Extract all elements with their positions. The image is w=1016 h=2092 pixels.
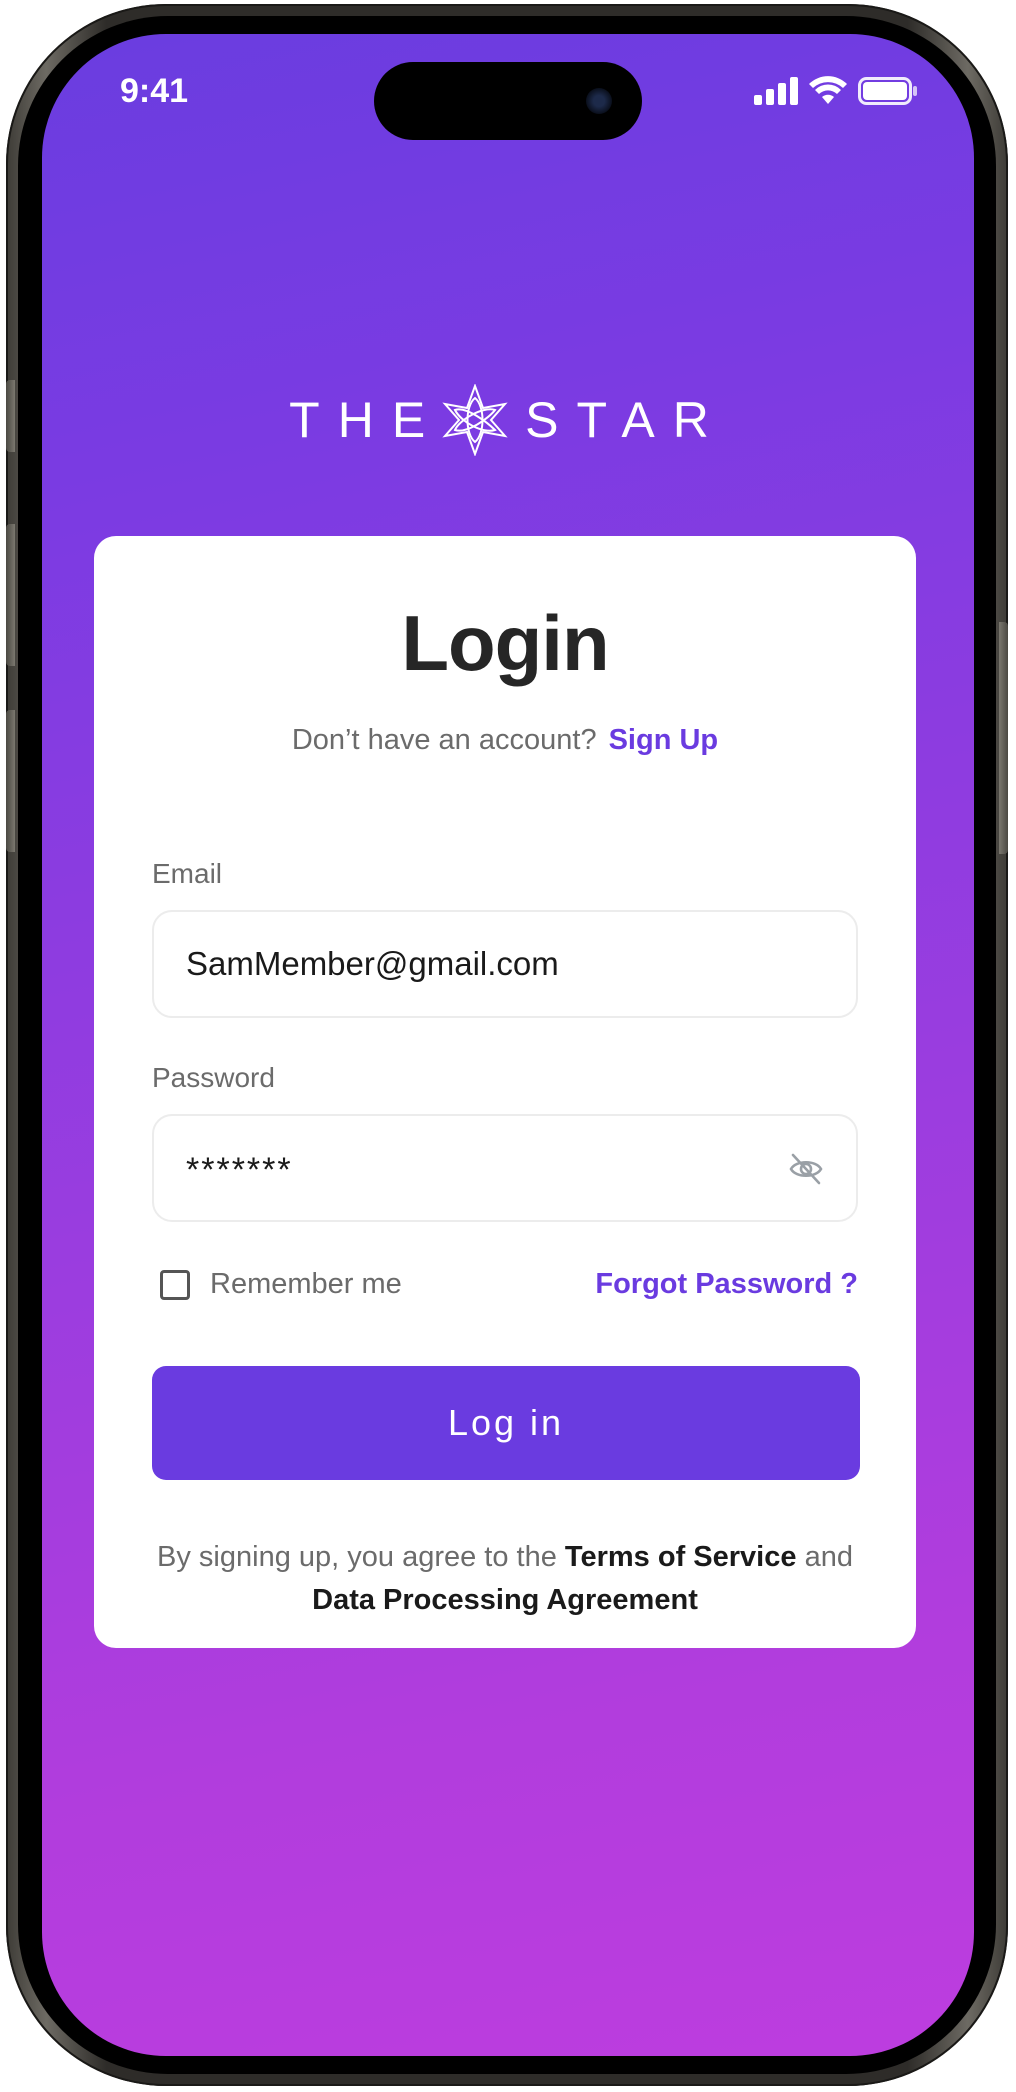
star-flower-icon <box>442 384 508 456</box>
login-card: Login Don’t have an account? Sign Up Emai… <box>94 536 916 1648</box>
logo-word-right: STAR <box>525 392 727 448</box>
status-time: 9:41 <box>120 72 189 110</box>
sign-up-link[interactable]: Sign Up <box>609 724 719 756</box>
status-bar: 9:41 <box>42 34 974 154</box>
remember-me-label[interactable]: Remember me <box>210 1268 402 1301</box>
status-icons <box>754 76 918 106</box>
eye-off-icon[interactable] <box>788 1152 824 1186</box>
email-value: SamMember@gmail.com <box>186 945 559 982</box>
signup-prompt: Don’t have an account? Sign Up <box>94 724 916 757</box>
terms-prefix: By signing up, you agree to the <box>157 1541 557 1573</box>
remember-me-checkbox[interactable] <box>160 1270 190 1300</box>
the-star-logo: THE STAR <box>42 384 974 456</box>
password-label: Password <box>152 1062 275 1093</box>
forgot-password-link[interactable]: Forgot Password ? <box>595 1268 858 1301</box>
volume-down-button <box>6 710 15 852</box>
remember-row: Remember me Forgot Password ? <box>152 1266 858 1306</box>
power-button <box>999 622 1008 854</box>
password-field[interactable]: ******* <box>152 1114 858 1222</box>
logo-word-left: THE <box>289 392 444 448</box>
password-value: ******* <box>186 1150 293 1189</box>
terms-and: and <box>804 1541 853 1573</box>
volume-up-button <box>6 524 15 666</box>
email-field[interactable]: SamMember@gmail.com <box>152 910 858 1018</box>
login-button[interactable]: Log in <box>152 1366 860 1480</box>
dynamic-island <box>374 62 642 140</box>
login-screen: 9:41 THE STAR Login Don’t have an accoun… <box>42 34 974 2056</box>
action-button <box>6 380 15 452</box>
email-label: Email <box>152 858 223 889</box>
data-processing-agreement-link[interactable]: Data Processing Agreement <box>312 1584 698 1616</box>
terms-notice: By signing up, you agree to the Terms of… <box>124 1536 886 1622</box>
no-account-text: Don’t have an account? <box>291 724 597 756</box>
terms-of-service-link[interactable]: Terms of Service <box>565 1541 797 1573</box>
page-title: Login <box>401 599 609 687</box>
wifi-icon <box>809 76 847 104</box>
front-camera <box>586 88 612 114</box>
battery-icon <box>858 77 917 105</box>
cellular-signal-icon <box>754 77 798 105</box>
